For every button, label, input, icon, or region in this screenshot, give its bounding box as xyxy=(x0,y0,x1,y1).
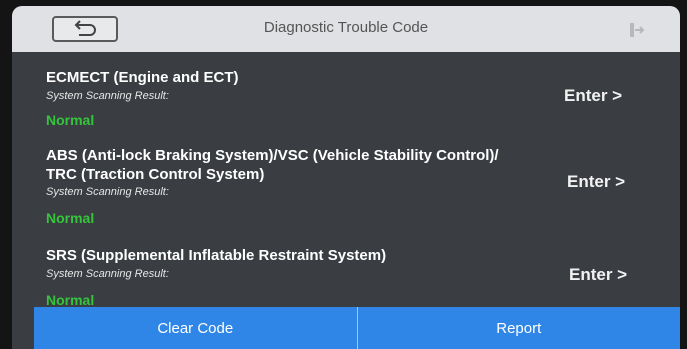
status-text: Normal xyxy=(46,292,95,308)
device-screen: Diagnostic Trouble Code ECMECT (Engine a… xyxy=(12,6,680,349)
system-list: ECMECT (Engine and ECT) System Scanning … xyxy=(12,52,680,308)
page-title: Diagnostic Trouble Code xyxy=(263,19,429,36)
system-name-line2: TRC (Traction Control System) xyxy=(46,166,265,183)
action-bar: Clear Code Report xyxy=(34,307,680,349)
system-row-abs-vsc-trc[interactable]: ABS (Anti-lock Braking System)/VSC (Vehi… xyxy=(12,136,680,236)
scan-result-label: System Scanning Result: xyxy=(46,90,169,102)
system-row-ecmect[interactable]: ECMECT (Engine and ECT) System Scanning … xyxy=(12,52,680,130)
system-name: ECMECT (Engine and ECT) xyxy=(46,69,239,86)
title-bar: Diagnostic Trouble Code xyxy=(12,6,680,52)
enter-button[interactable]: Enter > xyxy=(564,86,622,106)
status-text: Normal xyxy=(46,112,95,128)
status-text: Normal xyxy=(46,210,95,226)
exit-icon[interactable] xyxy=(626,20,646,40)
system-row-srs[interactable]: SRS (Supplemental Inflatable Restraint S… xyxy=(12,238,680,308)
report-button[interactable]: Report xyxy=(358,307,681,349)
enter-button[interactable]: Enter > xyxy=(569,265,627,285)
system-name: SRS (Supplemental Inflatable Restraint S… xyxy=(46,247,387,264)
clear-code-button[interactable]: Clear Code xyxy=(34,307,357,349)
scan-result-label: System Scanning Result: xyxy=(46,186,169,198)
system-name: ABS (Anti-lock Braking System)/VSC (Vehi… xyxy=(46,147,499,164)
enter-button[interactable]: Enter > xyxy=(567,172,625,192)
scan-result-label: System Scanning Result: xyxy=(46,268,169,280)
